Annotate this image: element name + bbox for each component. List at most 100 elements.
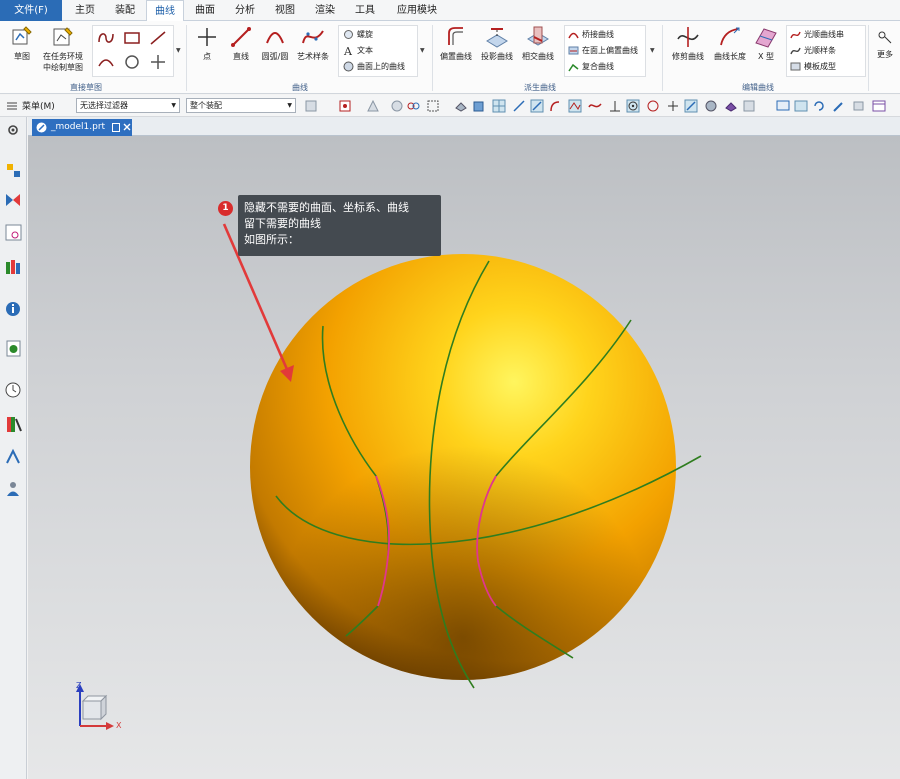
- arc-small-icon[interactable]: [97, 54, 115, 70]
- grid-snap-icon[interactable]: [492, 99, 506, 113]
- reuse-library-icon[interactable]: [4, 257, 23, 276]
- hand-icon[interactable]: [390, 99, 404, 113]
- part-navigator-icon[interactable]: [4, 223, 23, 242]
- sketch-more-dropdown[interactable]: ▼: [176, 47, 181, 54]
- tab-analysis[interactable]: 分析: [226, 0, 264, 21]
- shaded-view-icon[interactable]: [724, 99, 738, 113]
- text-item[interactable]: A 文本: [343, 44, 373, 59]
- layer-icon[interactable]: [852, 99, 866, 113]
- selection-scope-value: 整个装配: [190, 101, 222, 110]
- template-shape-item[interactable]: 模板成型: [790, 60, 836, 75]
- point-label: 点: [203, 52, 211, 61]
- tab-assembly[interactable]: 装配: [106, 0, 144, 21]
- menu-button[interactable]: 菜单(M): [22, 99, 55, 112]
- gear-icon[interactable]: [4, 121, 23, 140]
- view-icon[interactable]: [742, 99, 756, 113]
- document-tab[interactable]: _model1.prt: [32, 119, 132, 136]
- profile-icon[interactable]: [97, 30, 115, 46]
- sketch-curve-palette: [92, 25, 174, 77]
- curve-more-dropdown[interactable]: ▼: [420, 47, 425, 54]
- derived-more-dropdown[interactable]: ▼: [650, 47, 655, 54]
- screen-icon[interactable]: [776, 99, 790, 113]
- smooth-curve-string-item[interactable]: 光顺曲线串: [790, 28, 844, 43]
- tab-home[interactable]: 主页: [66, 0, 104, 21]
- bridge-curve-item[interactable]: 桥接曲线: [568, 28, 614, 43]
- face-snap-icon[interactable]: [704, 99, 718, 113]
- task-env-sketch-button[interactable]: 在任务环境 中绘制草图: [40, 25, 86, 73]
- assembly-navigator-icon[interactable]: [4, 161, 23, 180]
- file-menu-button[interactable]: 文件(F): [0, 0, 62, 21]
- curve-length-label: 曲线长度: [714, 52, 746, 61]
- trim-curve-button[interactable]: 修剪曲线: [668, 25, 708, 62]
- arc-snap-icon[interactable]: [548, 99, 562, 113]
- more-button[interactable]: 更多: [872, 27, 898, 60]
- solid-icon[interactable]: [454, 99, 468, 113]
- art-spline-button[interactable]: 艺术样条: [294, 25, 332, 62]
- center-snap-icon[interactable]: [626, 99, 640, 113]
- history-icon[interactable]: [4, 381, 23, 400]
- palette-icon[interactable]: [4, 415, 23, 434]
- curve-list-panel: 螺旋 A 文本 曲面上的曲线: [338, 25, 418, 77]
- wave-snap-icon[interactable]: [588, 99, 602, 113]
- plus-point-icon[interactable]: [149, 54, 167, 70]
- close-icon[interactable]: [123, 123, 131, 131]
- line-snap2-icon[interactable]: [530, 99, 544, 113]
- info-icon[interactable]: [4, 299, 23, 318]
- x-form-button[interactable]: X 型: [752, 25, 780, 62]
- triad-z-label: Z: [76, 681, 82, 690]
- instruction-callout: 隐藏不需要的曲面、坐标系、曲线 留下需要的曲线 如图所示：: [238, 195, 441, 256]
- curve-on-surface-item[interactable]: 曲面上的曲线: [343, 60, 405, 75]
- line-small-icon[interactable]: [149, 30, 167, 46]
- selection-toolbar: 菜单(M) 无选择过滤器 ▼ 整个装配 ▼: [0, 95, 900, 117]
- line-snap-icon[interactable]: [512, 99, 526, 113]
- tab-view[interactable]: 视图: [266, 0, 304, 21]
- part-file-icon: [36, 122, 47, 133]
- tab-render[interactable]: 渲染: [306, 0, 344, 21]
- callout-line-1: 隐藏不需要的曲面、坐标系、曲线: [244, 201, 409, 214]
- line-button[interactable]: 直线: [226, 25, 256, 62]
- rectangle-icon[interactable]: [123, 30, 141, 46]
- tab-curve[interactable]: 曲线: [146, 0, 184, 22]
- tab-application[interactable]: 应用模块: [388, 0, 446, 21]
- arc-circle-button[interactable]: 圆弧/圆: [258, 25, 292, 62]
- link-icon[interactable]: [406, 99, 420, 113]
- end-point-icon[interactable]: [684, 99, 698, 113]
- offset-curve-button[interactable]: 偏置曲线: [436, 25, 476, 62]
- window-layout-icon[interactable]: [872, 99, 886, 113]
- tab-surface[interactable]: 曲面: [186, 0, 224, 21]
- constraint-navigator-icon[interactable]: [4, 191, 23, 210]
- perpendicular-snap-icon[interactable]: [608, 99, 622, 113]
- smooth-spline-item[interactable]: 光顺样条: [790, 44, 836, 59]
- select-icon[interactable]: [304, 99, 318, 113]
- tab-tools[interactable]: 工具: [346, 0, 384, 21]
- selection-filter-combo[interactable]: 无选择过滤器 ▼: [76, 98, 180, 113]
- line-icon: [231, 27, 251, 47]
- sketch-button[interactable]: 草图: [6, 25, 38, 62]
- process-studio-icon[interactable]: [4, 447, 23, 466]
- project-curve-button[interactable]: 投影曲线: [478, 25, 516, 62]
- feature-icon[interactable]: [366, 99, 380, 113]
- circle-small-icon[interactable]: [123, 54, 141, 70]
- image-icon[interactable]: [794, 99, 808, 113]
- ball-shadow: [250, 254, 676, 680]
- x-form-icon: [755, 28, 777, 48]
- web-browser-icon[interactable]: [4, 339, 23, 358]
- selection-scope-combo[interactable]: 整个装配 ▼: [186, 98, 296, 113]
- snap-point-icon[interactable]: [338, 99, 352, 113]
- intersect-curve-button[interactable]: 相交曲线: [518, 25, 558, 62]
- graphics-viewport[interactable]: Z X: [28, 136, 900, 779]
- quadrant-snap-icon[interactable]: [646, 99, 660, 113]
- existing-point-icon[interactable]: [666, 99, 680, 113]
- helix-item[interactable]: 螺旋: [343, 28, 373, 43]
- roles-icon[interactable]: [4, 479, 23, 498]
- cube-icon[interactable]: [472, 99, 486, 113]
- point-button[interactable]: 点: [192, 25, 222, 62]
- composite-curve-item[interactable]: 复合曲线: [568, 60, 614, 75]
- offset-in-face-item[interactable]: 在面上偏置曲线: [568, 44, 638, 59]
- refresh-icon[interactable]: [812, 99, 826, 113]
- box-select-icon[interactable]: [426, 99, 440, 113]
- spline-snap-icon[interactable]: [568, 99, 582, 113]
- chevron-down-icon: ▼: [287, 102, 292, 109]
- curve-length-button[interactable]: 曲线长度: [710, 25, 750, 62]
- brush-icon[interactable]: [832, 99, 846, 113]
